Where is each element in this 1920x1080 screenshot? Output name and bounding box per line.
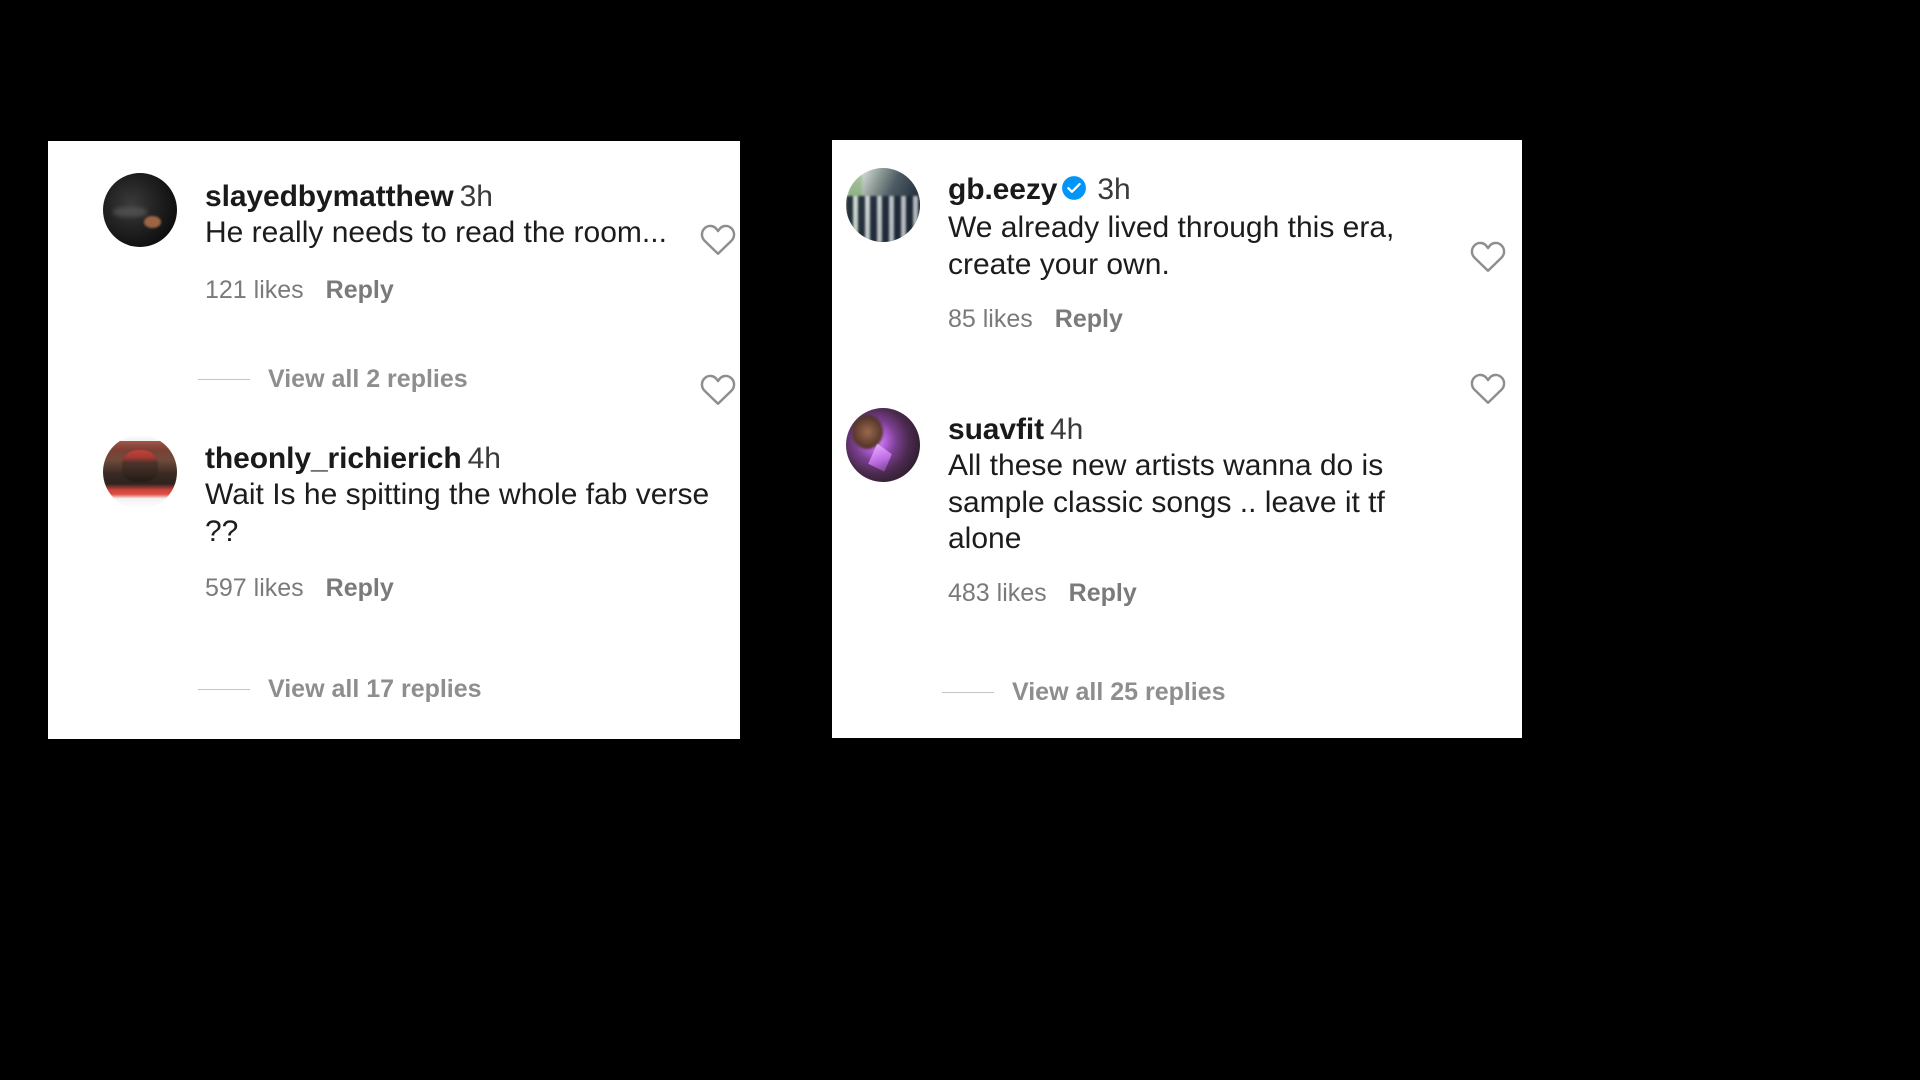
screenshot-canvas: slayedbymatthew 3h He really needs to rea…	[0, 0, 1920, 1080]
comment-actions: 121 likes Reply	[205, 276, 703, 305]
comment-header: theonly_richierich 4h	[205, 441, 723, 476]
comment-item: slayedbymatthew 3h He really needs to rea…	[103, 173, 703, 305]
heart-outline-icon[interactable]	[699, 221, 737, 262]
verified-badge-icon	[1061, 174, 1087, 209]
view-replies-label: View all 2 replies	[268, 365, 468, 393]
view-replies-label: View all 25 replies	[1012, 678, 1226, 706]
avatar[interactable]	[103, 435, 177, 509]
reply-button[interactable]: Reply	[1069, 579, 1137, 608]
reply-button[interactable]: Reply	[326, 574, 394, 603]
likes-count[interactable]: 121 likes	[205, 276, 304, 305]
likes-count[interactable]: 483 likes	[948, 579, 1047, 608]
comment-body: slayedbymatthew 3h He really needs to rea…	[205, 179, 703, 305]
comment-text: Wait Is he spitting the whole fab verse …	[205, 478, 710, 548]
username[interactable]: slayedbymatthew	[205, 180, 454, 213]
comment-actions: 85 likes Reply	[948, 305, 1466, 334]
comment-header: slayedbymatthew 3h	[205, 179, 703, 214]
likes-count[interactable]: 597 likes	[205, 574, 304, 603]
username[interactable]: suavfit	[948, 413, 1044, 446]
divider-dash-icon	[198, 379, 250, 380]
username[interactable]: gb.eezy	[948, 173, 1057, 206]
comment-text: We already lived through this era, creat…	[948, 211, 1395, 281]
comment-body: gb.eezy 3h We already lived through this …	[948, 172, 1466, 334]
avatar[interactable]	[846, 408, 920, 482]
timestamp: 4h	[467, 442, 501, 475]
heart-outline-icon[interactable]	[699, 371, 737, 412]
comment-header: suavfit 4h	[948, 412, 1466, 447]
view-replies-button[interactable]: View all 25 replies	[942, 678, 1226, 707]
comment-item: theonly_richierich 4h Wait Is he spitting…	[103, 435, 723, 603]
divider-dash-icon	[942, 692, 994, 693]
comment-header: gb.eezy 3h	[948, 172, 1466, 209]
timestamp: 3h	[459, 180, 493, 213]
comment-item: gb.eezy 3h We already lived through this …	[846, 168, 1466, 334]
reply-button[interactable]: Reply	[326, 276, 394, 305]
reply-button[interactable]: Reply	[1055, 305, 1123, 334]
comment-text: All these new artists wanna do is sample…	[948, 449, 1385, 555]
username[interactable]: theonly_richierich	[205, 442, 462, 475]
view-replies-button[interactable]: View all 17 replies	[198, 675, 482, 704]
avatar[interactable]	[103, 173, 177, 247]
comments-card-right: gb.eezy 3h We already lived through this …	[832, 140, 1522, 738]
divider-dash-icon	[198, 689, 250, 690]
heart-outline-icon[interactable]	[1469, 370, 1507, 411]
view-replies-label: View all 17 replies	[268, 675, 482, 703]
avatar[interactable]	[846, 168, 920, 242]
timestamp: 3h	[1097, 173, 1131, 206]
comment-body: theonly_richierich 4h Wait Is he spitting…	[205, 441, 723, 603]
comments-card-left: slayedbymatthew 3h He really needs to rea…	[48, 141, 740, 739]
comment-actions: 483 likes Reply	[948, 579, 1466, 608]
comment-actions: 597 likes Reply	[205, 574, 723, 603]
view-replies-button[interactable]: View all 2 replies	[198, 365, 468, 394]
likes-count[interactable]: 85 likes	[948, 305, 1033, 334]
comment-item: suavfit 4h All these new artists wanna do…	[846, 408, 1466, 608]
heart-outline-icon[interactable]	[1469, 238, 1507, 279]
comment-body: suavfit 4h All these new artists wanna do…	[948, 412, 1466, 608]
comment-text: He really needs to read the room...	[205, 216, 667, 250]
timestamp: 4h	[1050, 413, 1084, 446]
